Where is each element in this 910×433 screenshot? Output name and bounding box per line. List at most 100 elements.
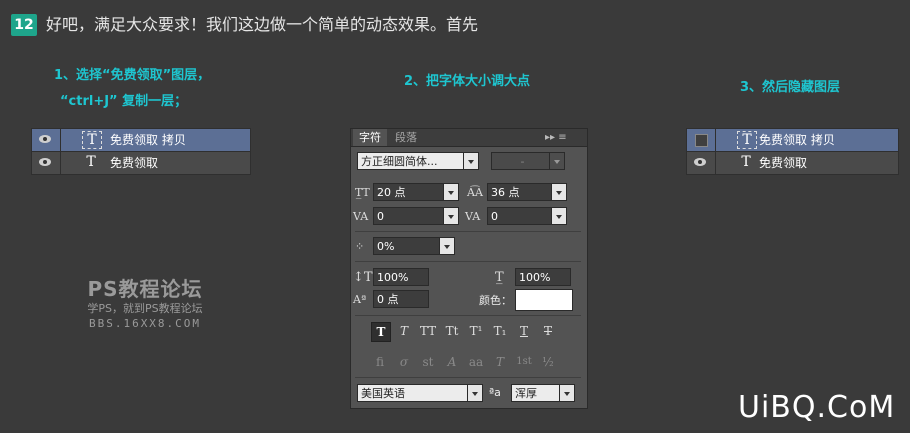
kerning-value: 0 [377,210,384,223]
panel-menu-icon[interactable]: ▸▸ ≡ [545,129,567,146]
layer-name: 免费领取 拷贝 [759,133,835,147]
leading-value: 36 点 [491,186,520,199]
divider [355,315,581,316]
chevron-down-icon [463,153,478,169]
watermark-subtitle: 学PS，就到PS教程论坛 [87,302,203,315]
chevron-down-icon [551,208,566,224]
opentype-buttons-row: fi σ st A aa T 1st ½ [371,353,571,371]
tsume-icon: ⁘ [355,240,365,253]
chevron-down-icon [549,153,564,169]
step-number-badge: 12 [11,14,37,36]
language-select[interactable]: 美国英语 [357,384,483,402]
chevron-down-icon [559,385,574,401]
tracking-value: 0 [491,210,498,223]
layer-name: 免费领取 [110,156,159,170]
ligature-button[interactable]: fi [371,353,389,371]
watermark: PS教程论坛 学PS，就到PS教程论坛 BBS.16XX8.COM [60,276,230,332]
site-logo: UiBQ.CoM [738,390,896,425]
visibility-toggle[interactable] [32,129,61,151]
eye-icon [39,135,51,143]
chevron-down-icon [443,208,458,224]
caption-step1-line2: “ctrl+J” 复制一层； [60,94,188,109]
font-family-select[interactable]: 方正细圆简体... [357,152,479,170]
superscript-button[interactable]: T¹ [467,322,485,340]
text-layer-icon: T [82,131,102,149]
color-label: 颜色： [479,294,512,307]
horizontal-scale-field[interactable]: 100% [515,268,571,286]
faux-italic-button[interactable]: T [395,322,413,340]
kerning-field[interactable]: 0 [373,207,459,225]
divider [355,261,581,262]
horizontal-scale-icon: T̲ [495,270,504,285]
visibility-toggle[interactable] [687,152,716,174]
language-value: 美国英语 [361,387,405,400]
small-caps-button[interactable]: Tt [443,322,461,340]
font-style-value: - [520,155,525,168]
titling-alternates-button[interactable]: aa [467,353,485,371]
chevron-down-icon [443,184,458,200]
layer-row-copy[interactable]: T 免费领取 拷贝 [687,129,898,152]
layer-name: 免费领取 拷贝 [110,133,186,147]
panel-tab-bar: 字符 段落 ▸▸ ≡ [351,129,587,147]
ordinals-button[interactable]: T [491,353,509,371]
divider [355,377,581,378]
tracking-icon: VA [465,210,481,223]
chevron-down-icon [551,184,566,200]
style-buttons-row: T T TT Tt T¹ T₁ T T [371,322,571,342]
font-style-select[interactable]: - [491,152,565,170]
layer-row-original[interactable]: T 免费领取 [687,152,898,174]
caption-step2: 2、把字体大小调大点 [404,74,531,89]
horizontal-scale-value: 100% [519,271,551,284]
watermark-title: PS教程论坛 [87,277,203,301]
text-layer-icon: T [86,154,96,170]
eye-icon [694,158,706,166]
tab-paragraph[interactable]: 段落 [389,129,423,146]
caption-step1-line1: 1、选择“免费领取”图层， [54,68,211,83]
visibility-toggle[interactable] [32,152,61,174]
hidden-checkbox-icon [695,134,708,147]
leading-field[interactable]: 36 点 [487,183,567,201]
layers-panel-right: T 免费领取 拷贝 T 免费领取 [686,128,899,175]
swash-button[interactable]: st [419,353,437,371]
text-layer-icon: T [741,154,751,170]
anti-alias-icon: ªa [489,386,501,399]
layers-panel-left: T 免费领取 拷贝 T 免费领取 [31,128,251,175]
stylistic-alternates-button[interactable]: A [443,353,461,371]
baseline-shift-field[interactable]: 0 点 [373,290,429,308]
tsume-field[interactable]: 0% [373,237,455,255]
visibility-toggle[interactable] [687,129,716,151]
ordinal-st-button[interactable]: 1st [515,353,533,371]
baseline-shift-value: 0 点 [377,293,399,306]
font-size-icon: T̲T [355,186,370,199]
color-swatch[interactable] [515,289,573,311]
caption-step3: 3、然后隐藏图层 [740,80,841,95]
baseline-shift-icon: Aª [353,293,367,306]
eye-icon [39,158,51,166]
tsume-value: 0% [377,240,395,253]
text-layer-icon: T [737,131,757,149]
vertical-scale-icon: ↕T [353,270,373,285]
chevron-down-icon [439,238,454,254]
faux-bold-button[interactable]: T [371,322,391,342]
strikethrough-button[interactable]: T [539,322,557,340]
font-family-value: 方正细圆简体... [361,155,438,168]
discretionary-ligature-button[interactable]: σ [395,353,413,371]
layer-name: 免费领取 [759,156,808,170]
fractions-button[interactable]: ½ [539,353,557,371]
font-size-value: 20 点 [377,186,406,199]
tab-character[interactable]: 字符 [353,129,387,146]
kerning-icon: VA [353,210,369,223]
chevron-down-icon [467,385,482,401]
subscript-button[interactable]: T₁ [491,322,509,340]
underline-button[interactable]: T [515,322,533,340]
leading-icon: A͡A [467,186,483,199]
vertical-scale-field[interactable]: 100% [373,268,429,286]
tracking-field[interactable]: 0 [487,207,567,225]
all-caps-button[interactable]: TT [419,322,437,340]
anti-alias-select[interactable]: 浑厚 [511,384,575,402]
anti-alias-value: 浑厚 [515,387,537,400]
character-panel: 字符 段落 ▸▸ ≡ 方正细圆简体... - T̲T 20 点 A͡A 36 点… [350,128,588,409]
font-size-field[interactable]: 20 点 [373,183,459,201]
layer-row-copy[interactable]: T 免费领取 拷贝 [32,129,250,152]
layer-row-original[interactable]: T 免费领取 [32,152,250,174]
